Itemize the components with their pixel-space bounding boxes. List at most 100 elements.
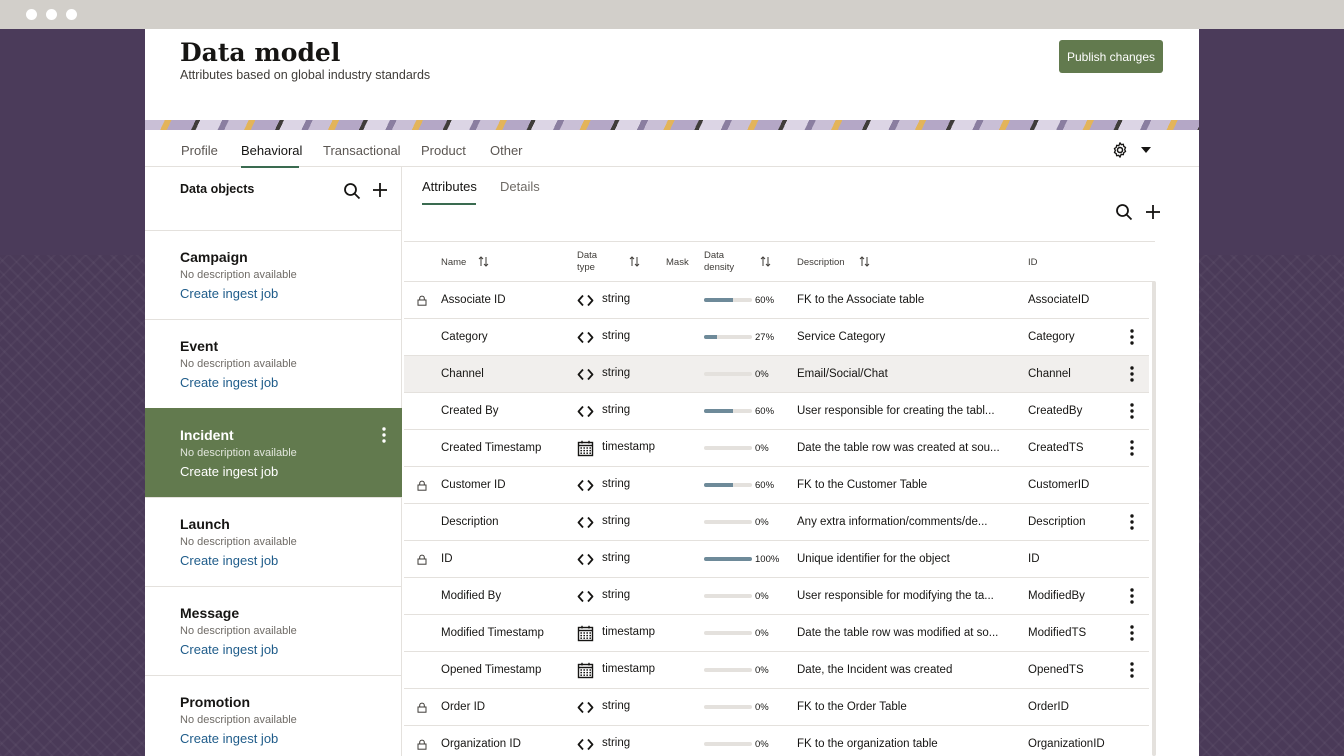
table-row[interactable]: Organization ID string 0% FK to the organiz…	[404, 726, 1149, 756]
data-object-card[interactable]: Launch No description available Create i…	[145, 497, 402, 586]
more-options-icon[interactable]	[378, 426, 390, 444]
chevron-down-icon[interactable]	[1139, 145, 1153, 155]
search-icon[interactable]	[343, 182, 361, 200]
attribute-description: FK to the Associate table	[797, 294, 925, 306]
tab-profile[interactable]: Profile	[181, 143, 218, 158]
data-object-name: Campaign	[180, 249, 248, 265]
tab-other[interactable]: Other	[490, 143, 523, 158]
lock-icon	[417, 295, 427, 306]
attribute-id: ID	[1028, 553, 1040, 565]
density-percent: 0%	[755, 369, 769, 380]
lock-icon	[417, 554, 427, 565]
add-icon[interactable]	[372, 182, 388, 198]
code-icon	[577, 516, 594, 529]
table-row[interactable]: Created Timestamp timestamp 0% Date the tab…	[404, 430, 1149, 467]
search-icon[interactable]	[1115, 203, 1133, 221]
table-row[interactable]: Channel string 0% Email/Social/Chat Channel	[404, 356, 1149, 393]
window-dot[interactable]	[26, 9, 37, 20]
tab-transactional[interactable]: Transactional	[323, 143, 401, 158]
table-row[interactable]: Description string 0% Any extra information…	[404, 504, 1149, 541]
calendar-icon	[577, 440, 594, 457]
density-bar-fill	[704, 409, 733, 413]
table-row[interactable]: Order ID string 0% FK to the Order Table Ord…	[404, 689, 1149, 726]
attribute-id: Channel	[1028, 368, 1071, 380]
add-icon[interactable]	[1145, 204, 1161, 220]
create-ingest-job-link[interactable]: Create ingest job	[180, 731, 278, 746]
data-object-card-selected[interactable]: Incident No description available Create…	[145, 408, 402, 497]
create-ingest-job-link[interactable]: Create ingest job	[180, 464, 278, 479]
window-controls	[26, 9, 77, 20]
data-object-card[interactable]: Promotion No description available Creat…	[145, 675, 402, 756]
table-row[interactable]: Category string 27% Service Category Categor…	[404, 319, 1149, 356]
sort-icon[interactable]	[859, 256, 870, 267]
column-header-data-type-line2[interactable]: type	[577, 262, 595, 274]
table-row[interactable]: Created By string 60% User responsible for …	[404, 393, 1149, 430]
attribute-name: Created By	[441, 405, 499, 417]
more-options-icon[interactable]	[1126, 365, 1138, 383]
more-options-icon[interactable]	[1126, 587, 1138, 605]
data-object-name: Incident	[180, 427, 234, 443]
attribute-data-type: string	[602, 552, 631, 564]
more-options-icon[interactable]	[1126, 624, 1138, 642]
window-dot[interactable]	[46, 9, 57, 20]
table-row[interactable]: Opened Timestamp timestamp 0% Date, the Inc…	[404, 652, 1149, 689]
gear-icon[interactable]	[1111, 141, 1129, 159]
density-bar-fill	[704, 298, 733, 302]
data-object-card[interactable]: Campaign No description available Create…	[145, 230, 402, 319]
density-percent: 0%	[755, 702, 769, 713]
attribute-id: CreatedBy	[1028, 405, 1083, 417]
create-ingest-job-link[interactable]: Create ingest job	[180, 642, 278, 657]
attribute-id: CustomerID	[1028, 479, 1090, 491]
lock-icon	[417, 480, 427, 491]
column-header-data-density-line2[interactable]: density	[704, 262, 734, 274]
attribute-name: Created Timestamp	[441, 442, 542, 454]
column-header-data-type-line1[interactable]: Data	[577, 250, 597, 262]
sort-icon[interactable]	[760, 256, 771, 267]
more-options-icon[interactable]	[1126, 328, 1138, 346]
density-percent: 0%	[755, 665, 769, 676]
code-icon	[577, 738, 594, 751]
attribute-description: FK to the organization table	[797, 738, 938, 750]
more-options-icon[interactable]	[1126, 439, 1138, 457]
table-row[interactable]: Customer ID string 60% FK to the Customer T…	[404, 467, 1149, 504]
column-header-description[interactable]: Description	[797, 257, 845, 269]
window-dot[interactable]	[66, 9, 77, 20]
table-row[interactable]: Associate ID string 60% FK to the Associate…	[404, 282, 1149, 319]
vertical-scrollbar[interactable]	[1152, 281, 1156, 756]
lock-icon	[417, 702, 427, 713]
density-percent: 0%	[755, 591, 769, 602]
calendar-icon	[577, 625, 594, 642]
tab-product[interactable]: Product	[421, 143, 466, 158]
tab-attributes[interactable]: Attributes	[422, 179, 477, 194]
density-bar	[704, 594, 752, 598]
attribute-name: Channel	[441, 368, 484, 380]
column-header-data-density-line1[interactable]: Data	[704, 250, 724, 262]
attribute-id: AssociateID	[1028, 294, 1090, 306]
data-object-card[interactable]: Event No description available Create in…	[145, 319, 402, 408]
column-header-id[interactable]: ID	[1028, 257, 1038, 269]
more-options-icon[interactable]	[1126, 402, 1138, 420]
attribute-description: Service Category	[797, 331, 886, 343]
code-icon	[577, 405, 594, 418]
more-options-icon[interactable]	[1126, 513, 1138, 531]
data-object-card[interactable]: Message No description available Create …	[145, 586, 402, 675]
table-row[interactable]: Modified By string 0% User responsible for …	[404, 578, 1149, 615]
attribute-name: Associate ID	[441, 294, 506, 306]
more-options-icon[interactable]	[1126, 661, 1138, 679]
publish-changes-button[interactable]: Publish changes	[1059, 40, 1163, 73]
attribute-name: Order ID	[441, 701, 486, 713]
tab-details[interactable]: Details	[500, 179, 540, 194]
column-header-name[interactable]: Name	[441, 257, 466, 269]
table-row[interactable]: Modified Timestamp timestamp 0% Date the ta…	[404, 615, 1149, 652]
sort-icon[interactable]	[629, 256, 640, 267]
create-ingest-job-link[interactable]: Create ingest job	[180, 286, 278, 301]
tab-behavioral[interactable]: Behavioral	[241, 143, 302, 158]
table-row[interactable]: ID string 100% Unique identifier for the ob…	[404, 541, 1149, 578]
create-ingest-job-link[interactable]: Create ingest job	[180, 375, 278, 390]
density-bar-fill	[704, 335, 717, 339]
create-ingest-job-link[interactable]: Create ingest job	[180, 553, 278, 568]
attribute-name: Organization ID	[441, 738, 521, 750]
sort-icon[interactable]	[478, 256, 489, 267]
lock-icon	[417, 739, 427, 750]
attribute-name: ID	[441, 553, 453, 565]
